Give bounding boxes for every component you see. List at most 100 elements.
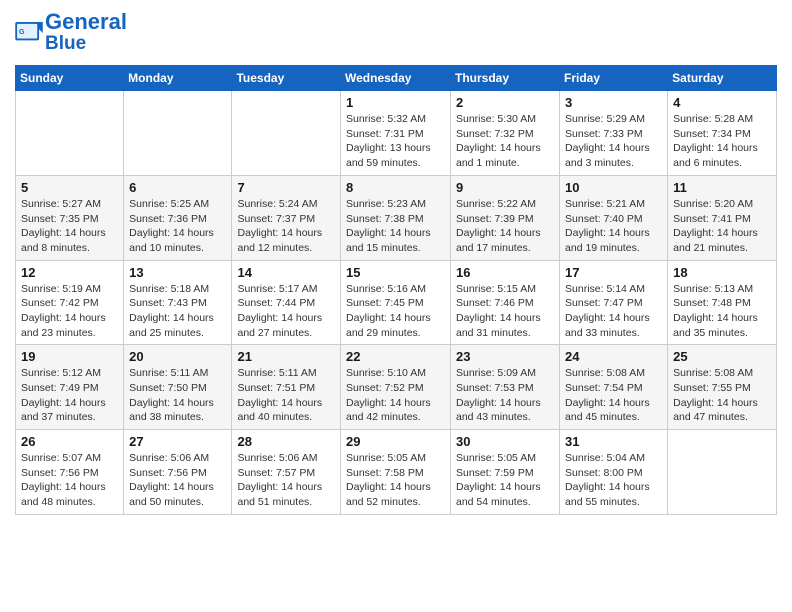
page: G General Blue SundayMondayTuesdayWednes… <box>0 0 792 525</box>
day-info: Sunrise: 5:11 AMSunset: 7:50 PMDaylight:… <box>129 366 226 425</box>
day-number: 14 <box>237 265 335 280</box>
day-cell: 31Sunrise: 5:04 AMSunset: 8:00 PMDayligh… <box>560 430 668 515</box>
day-info: Sunrise: 5:09 AMSunset: 7:53 PMDaylight:… <box>456 366 554 425</box>
day-cell <box>668 430 777 515</box>
day-info: Sunrise: 5:20 AMSunset: 7:41 PMDaylight:… <box>673 197 771 256</box>
logo: G General Blue <box>15 10 127 55</box>
day-number: 26 <box>21 434 118 449</box>
day-cell: 26 Sunrise: 5:07 AMSunset: 7:56 PMDayligh… <box>16 430 124 515</box>
day-cell: 10 Sunrise: 5:21 AMSunset: 7:40 PMDayligh… <box>560 175 668 260</box>
day-cell: 20 Sunrise: 5:11 AMSunset: 7:50 PMDayligh… <box>124 345 232 430</box>
day-info: Sunrise: 5:32 AMSunset: 7:31 PMDaylight:… <box>346 112 445 171</box>
day-info: Sunrise: 5:05 AMSunset: 7:58 PMDaylight:… <box>346 451 445 510</box>
calendar-table: SundayMondayTuesdayWednesdayThursdayFrid… <box>15 65 777 515</box>
day-cell: 4 Sunrise: 5:28 AMSunset: 7:34 PMDaylight… <box>668 91 777 176</box>
day-number: 30 <box>456 434 554 449</box>
day-cell: 27 Sunrise: 5:06 AMSunset: 7:56 PMDayligh… <box>124 430 232 515</box>
day-number: 19 <box>21 349 118 364</box>
day-cell: 14 Sunrise: 5:17 AMSunset: 7:44 PMDayligh… <box>232 260 341 345</box>
week-row-0: 1 Sunrise: 5:32 AMSunset: 7:31 PMDaylight… <box>16 91 777 176</box>
day-info: Sunrise: 5:18 AMSunset: 7:43 PMDaylight:… <box>129 282 226 341</box>
day-cell: 25 Sunrise: 5:08 AMSunset: 7:55 PMDayligh… <box>668 345 777 430</box>
day-info: Sunrise: 5:07 AMSunset: 7:56 PMDaylight:… <box>21 451 118 510</box>
day-number: 13 <box>129 265 226 280</box>
day-info: Sunrise: 5:16 AMSunset: 7:45 PMDaylight:… <box>346 282 445 341</box>
day-info: Sunrise: 5:22 AMSunset: 7:39 PMDaylight:… <box>456 197 554 256</box>
day-number: 4 <box>673 95 771 110</box>
day-info: Sunrise: 5:06 AMSunset: 7:57 PMDaylight:… <box>237 451 335 510</box>
week-row-4: 26 Sunrise: 5:07 AMSunset: 7:56 PMDayligh… <box>16 430 777 515</box>
day-cell: 7 Sunrise: 5:24 AMSunset: 7:37 PMDaylight… <box>232 175 341 260</box>
weekday-saturday: Saturday <box>668 66 777 91</box>
day-info: Sunrise: 5:04 AMSunset: 8:00 PMDaylight:… <box>565 451 662 510</box>
day-info: Sunrise: 5:21 AMSunset: 7:40 PMDaylight:… <box>565 197 662 256</box>
day-cell: 28 Sunrise: 5:06 AMSunset: 7:57 PMDayligh… <box>232 430 341 515</box>
day-cell: 9 Sunrise: 5:22 AMSunset: 7:39 PMDaylight… <box>451 175 560 260</box>
day-info: Sunrise: 5:13 AMSunset: 7:48 PMDaylight:… <box>673 282 771 341</box>
weekday-monday: Monday <box>124 66 232 91</box>
day-number: 11 <box>673 180 771 195</box>
day-info: Sunrise: 5:30 AMSunset: 7:32 PMDaylight:… <box>456 112 554 171</box>
day-cell: 2 Sunrise: 5:30 AMSunset: 7:32 PMDaylight… <box>451 91 560 176</box>
day-cell: 19 Sunrise: 5:12 AMSunset: 7:49 PMDayligh… <box>16 345 124 430</box>
day-number: 9 <box>456 180 554 195</box>
day-cell: 6 Sunrise: 5:25 AMSunset: 7:36 PMDaylight… <box>124 175 232 260</box>
weekday-thursday: Thursday <box>451 66 560 91</box>
day-cell: 22Sunrise: 5:10 AMSunset: 7:52 PMDayligh… <box>341 345 451 430</box>
day-cell: 5 Sunrise: 5:27 AMSunset: 7:35 PMDaylight… <box>16 175 124 260</box>
day-info: Sunrise: 5:28 AMSunset: 7:34 PMDaylight:… <box>673 112 771 171</box>
weekday-sunday: Sunday <box>16 66 124 91</box>
day-number: 7 <box>237 180 335 195</box>
day-number: 10 <box>565 180 662 195</box>
day-number: 15 <box>346 265 445 280</box>
day-info: Sunrise: 5:24 AMSunset: 7:37 PMDaylight:… <box>237 197 335 256</box>
day-number: 6 <box>129 180 226 195</box>
day-info: Sunrise: 5:06 AMSunset: 7:56 PMDaylight:… <box>129 451 226 510</box>
day-info: Sunrise: 5:19 AMSunset: 7:42 PMDaylight:… <box>21 282 118 341</box>
day-info: Sunrise: 5:27 AMSunset: 7:35 PMDaylight:… <box>21 197 118 256</box>
day-info: Sunrise: 5:08 AMSunset: 7:55 PMDaylight:… <box>673 366 771 425</box>
day-cell: 23 Sunrise: 5:09 AMSunset: 7:53 PMDayligh… <box>451 345 560 430</box>
day-info: Sunrise: 5:29 AMSunset: 7:33 PMDaylight:… <box>565 112 662 171</box>
day-number: 23 <box>456 349 554 364</box>
day-cell: 18 Sunrise: 5:13 AMSunset: 7:48 PMDayligh… <box>668 260 777 345</box>
day-cell: 30 Sunrise: 5:05 AMSunset: 7:59 PMDayligh… <box>451 430 560 515</box>
day-cell: 8Sunrise: 5:23 AMSunset: 7:38 PMDaylight… <box>341 175 451 260</box>
day-number: 24 <box>565 349 662 364</box>
day-cell: 3Sunrise: 5:29 AMSunset: 7:33 PMDaylight… <box>560 91 668 176</box>
week-row-1: 5 Sunrise: 5:27 AMSunset: 7:35 PMDaylight… <box>16 175 777 260</box>
day-cell: 29 Sunrise: 5:05 AMSunset: 7:58 PMDayligh… <box>341 430 451 515</box>
day-number: 2 <box>456 95 554 110</box>
day-cell <box>124 91 232 176</box>
day-cell: 24 Sunrise: 5:08 AMSunset: 7:54 PMDayligh… <box>560 345 668 430</box>
day-number: 21 <box>237 349 335 364</box>
day-info: Sunrise: 5:12 AMSunset: 7:49 PMDaylight:… <box>21 366 118 425</box>
day-info: Sunrise: 5:25 AMSunset: 7:36 PMDaylight:… <box>129 197 226 256</box>
day-info: Sunrise: 5:17 AMSunset: 7:44 PMDaylight:… <box>237 282 335 341</box>
day-cell: 11 Sunrise: 5:20 AMSunset: 7:41 PMDayligh… <box>668 175 777 260</box>
day-number: 5 <box>21 180 118 195</box>
day-number: 18 <box>673 265 771 280</box>
day-info: Sunrise: 5:08 AMSunset: 7:54 PMDaylight:… <box>565 366 662 425</box>
weekday-header-row: SundayMondayTuesdayWednesdayThursdayFrid… <box>16 66 777 91</box>
day-number: 28 <box>237 434 335 449</box>
day-info: Sunrise: 5:05 AMSunset: 7:59 PMDaylight:… <box>456 451 554 510</box>
day-number: 1 <box>346 95 445 110</box>
day-info: Sunrise: 5:14 AMSunset: 7:47 PMDaylight:… <box>565 282 662 341</box>
day-number: 20 <box>129 349 226 364</box>
day-cell: 12 Sunrise: 5:19 AMSunset: 7:42 PMDayligh… <box>16 260 124 345</box>
day-cell <box>16 91 124 176</box>
day-number: 27 <box>129 434 226 449</box>
day-cell: 15 Sunrise: 5:16 AMSunset: 7:45 PMDayligh… <box>341 260 451 345</box>
day-number: 29 <box>346 434 445 449</box>
day-cell: 13 Sunrise: 5:18 AMSunset: 7:43 PMDayligh… <box>124 260 232 345</box>
day-info: Sunrise: 5:23 AMSunset: 7:38 PMDaylight:… <box>346 197 445 256</box>
day-number: 22 <box>346 349 445 364</box>
day-number: 16 <box>456 265 554 280</box>
weekday-friday: Friday <box>560 66 668 91</box>
day-number: 25 <box>673 349 771 364</box>
day-cell: 16Sunrise: 5:15 AMSunset: 7:46 PMDayligh… <box>451 260 560 345</box>
svg-text:G: G <box>19 26 25 35</box>
day-number: 17 <box>565 265 662 280</box>
day-number: 12 <box>21 265 118 280</box>
